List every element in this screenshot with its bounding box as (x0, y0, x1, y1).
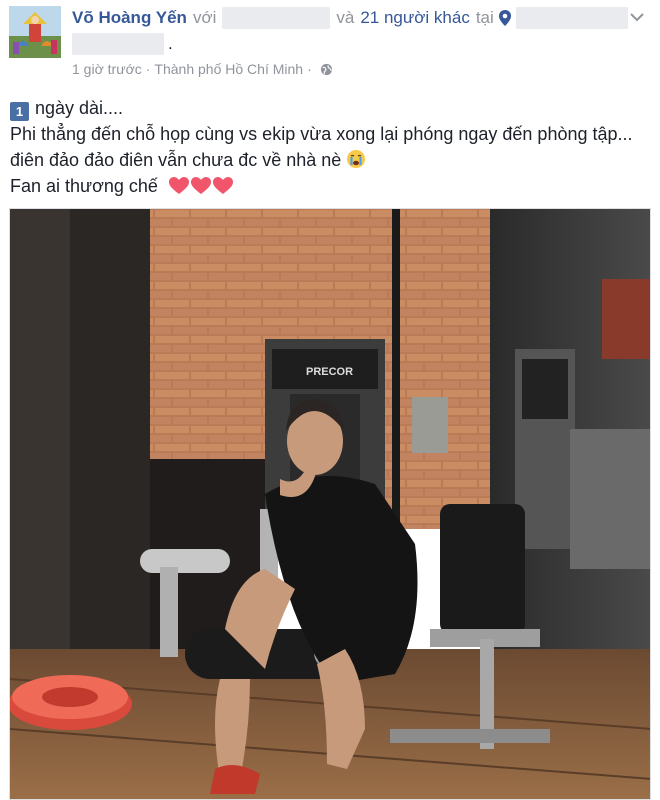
meta-separator: · (145, 61, 151, 77)
heart-icon (168, 177, 189, 194)
post-photo[interactable]: PRECOR (9, 208, 651, 800)
post-location[interactable]: Thành phố Hồ Chí Minh (154, 61, 303, 77)
author-name[interactable]: Võ Hoàng Yến (72, 8, 187, 28)
with-label: với (192, 8, 217, 27)
globe-icon[interactable] (320, 63, 333, 76)
blurred-tagged-name (222, 7, 331, 29)
blurred-location-continued (72, 33, 164, 55)
author-avatar[interactable] (9, 6, 61, 58)
crying-face-icon (347, 150, 366, 168)
post-header-continued: . (72, 33, 173, 55)
post-text: 1 ngày dài.... Phi thẳng đến chỗ họp cùng… (10, 95, 650, 199)
blurred-location (515, 7, 628, 29)
heart-icon (190, 177, 211, 194)
post-card: Võ Hoàng Yến với và 21 người khác tại . … (0, 0, 660, 800)
header-end-period: . (168, 34, 173, 53)
precor-label: PRECOR (306, 366, 353, 378)
number-one-badge-icon: 1 (10, 102, 29, 121)
post-line-3: Fan ai thương chế (10, 173, 650, 199)
post-header: Võ Hoàng Yến với và 21 người khác tại (72, 5, 628, 31)
post-line-2-text: Phi thẳng đến chỗ họp cùng vs ekip vừa x… (10, 124, 633, 170)
meta-separator-2: · (307, 61, 312, 77)
hearts (168, 177, 233, 195)
chevron-down-icon[interactable] (628, 8, 646, 26)
and-label: và (336, 8, 355, 27)
others-link[interactable]: 21 người khác (360, 8, 469, 28)
map-pin-icon (498, 10, 511, 26)
at-label: tại (475, 8, 494, 27)
post-line-3-text: Fan ai thương chế (10, 176, 158, 196)
post-meta: 1 giờ trước · Thành phố Hồ Chí Minh · (72, 61, 333, 77)
post-line-1-text: ngày dài.... (35, 98, 124, 118)
heart-icon (212, 177, 233, 194)
post-line-1: 1 ngày dài.... (10, 95, 650, 121)
post-time[interactable]: 1 giờ trước (72, 61, 142, 77)
post-line-2: Phi thẳng đến chỗ họp cùng vs ekip vừa x… (10, 121, 650, 173)
